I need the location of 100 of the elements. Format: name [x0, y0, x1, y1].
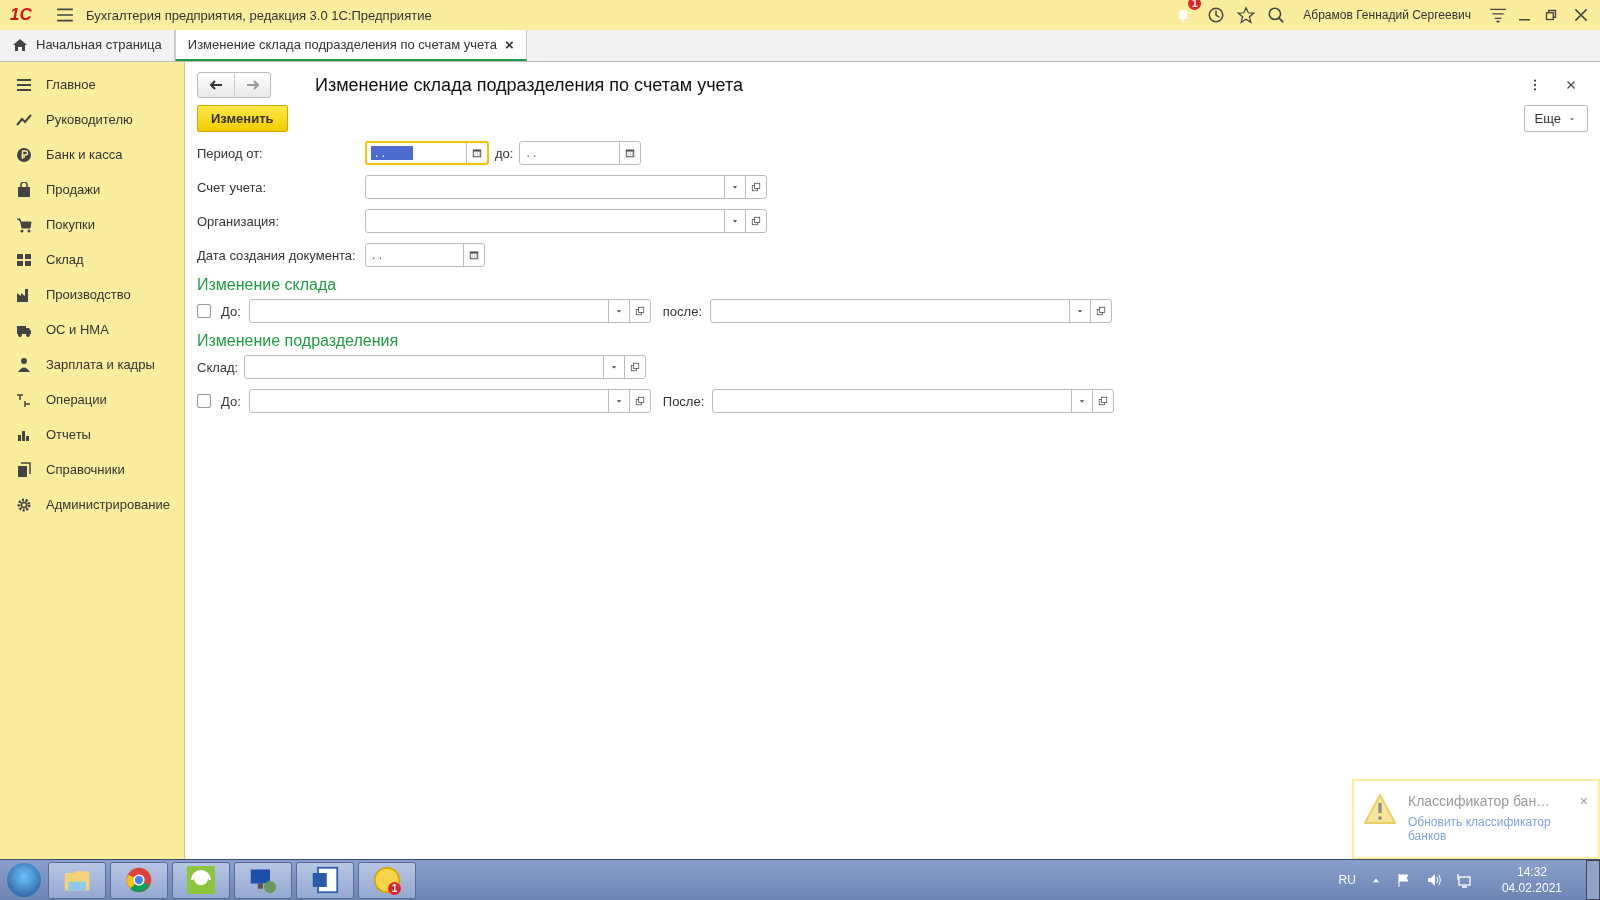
sidebar-item[interactable]: Покупки [0, 207, 184, 242]
open-window-icon [633, 305, 646, 317]
search-icon [1267, 6, 1286, 24]
warning-icon [1364, 793, 1396, 825]
select-field[interactable] [365, 209, 767, 233]
sidebar-item[interactable]: Зарплата и кадры [0, 347, 184, 382]
checkbox[interactable] [197, 304, 211, 318]
field-label: Склад: [197, 359, 239, 375]
tab-label: Изменение склада подразделения по счетам учета [187, 37, 497, 52]
tab-close[interactable]: × [504, 36, 514, 53]
windows-orb-icon [7, 863, 41, 897]
window-title: Бухгалтерия предприятия, редакция 3.0 1С:Предприятие [86, 7, 433, 23]
document-icon [311, 866, 339, 894]
open-window-icon [750, 215, 762, 227]
field-label: До: [221, 393, 241, 409]
clock-time: 14:32 [1516, 864, 1547, 880]
taskbar-app[interactable] [48, 861, 106, 899]
minimize-icon [1519, 19, 1530, 21]
search-button[interactable] [1267, 6, 1286, 24]
sidebar-item[interactable]: ОС и НМА [0, 312, 184, 347]
speaker-icon [1425, 872, 1442, 888]
coin-icon [16, 146, 32, 163]
person-icon [16, 356, 32, 373]
date-input[interactable]: . . [520, 142, 620, 164]
gear-icon [16, 496, 32, 513]
notification-badge: 1 [1188, 0, 1202, 10]
checkbox[interactable] [197, 394, 211, 408]
sidebar-item[interactable]: Банк и касса [0, 137, 184, 172]
user-name: Абрамов Геннадий Сергеевич [1303, 8, 1471, 22]
tab[interactable]: Изменение склада подразделения по счетам учета × [174, 30, 527, 61]
sidebar-item[interactable]: Справочники [0, 452, 184, 487]
sidebar-item[interactable]: Главное [0, 67, 184, 102]
home-icon [12, 36, 28, 53]
taskbar-app[interactable]: 1 [358, 861, 416, 899]
section-heading: Изменение склада [197, 276, 338, 294]
open-window-icon [750, 181, 762, 193]
settings-menu-button[interactable] [1489, 6, 1507, 24]
field-label: Организация: [197, 213, 281, 229]
change-button[interactable]: Изменить [197, 105, 288, 132]
field-label: Период от: [197, 145, 264, 161]
tab[interactable]: Начальная страница [0, 30, 175, 61]
app-logo: 1С [10, 5, 33, 25]
history-button[interactable] [1207, 6, 1226, 24]
browser-icon [125, 866, 153, 894]
select-field[interactable] [244, 355, 647, 379]
select-field[interactable] [710, 299, 1112, 323]
form-title: Изменение склада подразделения по счетам учета [315, 74, 744, 96]
bag-icon [16, 181, 32, 198]
taskbar-app[interactable] [172, 861, 230, 899]
cart-icon [16, 216, 32, 233]
calendar-icon [624, 147, 637, 159]
calendar-icon [468, 249, 480, 261]
books-icon [16, 461, 32, 478]
field-label: Дата создания документа: [197, 247, 357, 263]
calendar-icon [471, 147, 483, 159]
menu-button[interactable] [56, 6, 74, 24]
more-button[interactable]: Еще [1523, 105, 1588, 132]
show-desktop-button[interactable] [1586, 860, 1600, 900]
open-window-icon [1097, 395, 1110, 407]
list-icon [16, 76, 32, 93]
notification-title: Классификатор бан… [1408, 793, 1552, 809]
taskbar-app[interactable] [296, 861, 354, 899]
sidebar-item[interactable]: Производство [0, 277, 184, 312]
date-input[interactable]: . . [371, 146, 413, 160]
clock-date: 04.02.2021 [1501, 880, 1562, 896]
field-label: после: [662, 303, 702, 319]
star-icon [1237, 6, 1256, 24]
taskbar-app[interactable] [234, 861, 292, 899]
field-label: После: [662, 393, 705, 409]
open-window-icon [1095, 305, 1107, 317]
select-field[interactable] [248, 389, 651, 413]
grid-icon [16, 251, 32, 268]
history-icon [1207, 6, 1226, 24]
filter-lines-icon [1489, 6, 1507, 24]
field-label: До: [221, 303, 241, 319]
network-icon [1455, 872, 1472, 888]
date-input[interactable]: . . [366, 244, 463, 266]
date-field[interactable]: . . [365, 141, 489, 165]
sidebar-item[interactable]: Руководителю [0, 102, 184, 137]
open-window-icon [633, 395, 646, 407]
select-field[interactable] [712, 389, 1115, 413]
sidebar-item[interactable]: Операции [0, 382, 184, 417]
section-heading: Изменение подразделения [197, 332, 400, 350]
close-icon [1572, 6, 1590, 24]
sidebar-item[interactable]: Склад [0, 242, 184, 277]
taskbar-app[interactable] [110, 861, 168, 899]
tab-label: Начальная страница [36, 37, 162, 52]
field-label: до: [495, 145, 514, 161]
close-button[interactable] [1572, 6, 1590, 24]
flag-icon [1395, 872, 1412, 888]
sidebar-item[interactable]: Отчеты [0, 417, 184, 452]
select-field[interactable] [365, 175, 767, 199]
date-field[interactable]: . . [365, 243, 485, 267]
menu-icon [56, 6, 74, 24]
select-field[interactable] [248, 299, 651, 323]
sidebar-item[interactable]: Администрирование [0, 487, 184, 522]
field-label: Счет учета: [197, 179, 268, 195]
favorites-button[interactable] [1237, 6, 1256, 24]
date-field[interactable]: . . [519, 141, 642, 165]
sidebar-item[interactable]: Продажи [0, 172, 184, 207]
